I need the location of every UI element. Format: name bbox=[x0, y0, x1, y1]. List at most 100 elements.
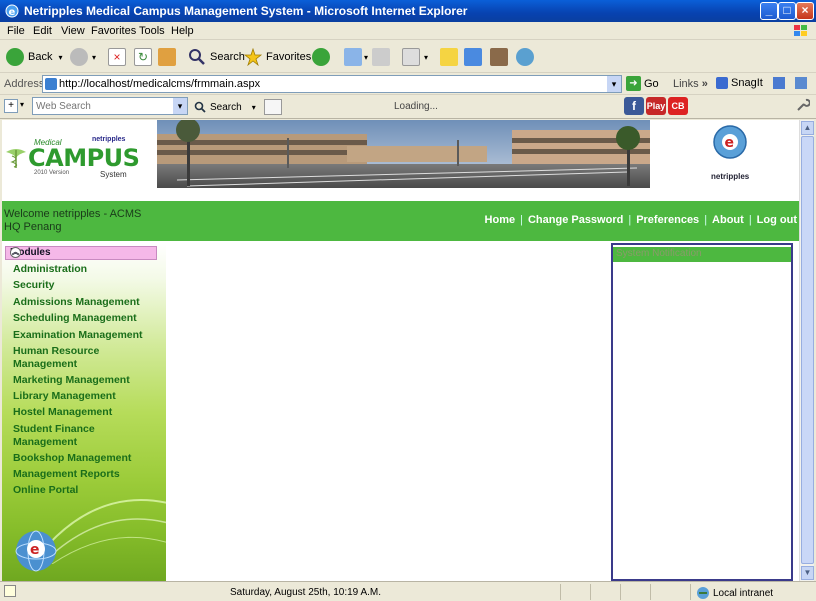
back-button[interactable]: Back ▾ bbox=[6, 46, 62, 68]
back-dropdown-icon[interactable]: ▾ bbox=[58, 53, 62, 62]
collapse-icon[interactable]: ︽ bbox=[10, 247, 21, 258]
print-button[interactable] bbox=[372, 46, 390, 68]
window-title: Netripples Medical Campus Management Sys… bbox=[24, 4, 468, 18]
address-bar: Address http://localhost/medicalcms/frmm… bbox=[0, 73, 816, 95]
module-marketing-management[interactable]: Marketing Management bbox=[13, 374, 130, 387]
notification-header: System Notification bbox=[613, 247, 791, 262]
stop-button[interactable]: × bbox=[108, 46, 126, 68]
print-icon bbox=[372, 48, 390, 66]
nav-logout[interactable]: Log out bbox=[757, 214, 797, 226]
web-search-dropdown-icon[interactable]: ▾ bbox=[173, 98, 187, 114]
address-input[interactable]: http://localhost/medicalcms/frmmain.aspx… bbox=[42, 75, 622, 93]
users-icon bbox=[516, 48, 534, 66]
menu-view[interactable]: View bbox=[61, 25, 85, 37]
forward-dropdown-icon[interactable]: ▾ bbox=[92, 53, 96, 62]
module-human-resource-management[interactable]: Human Resource Management bbox=[13, 345, 99, 371]
refresh-icon: ↻ bbox=[134, 48, 152, 66]
toolbar-options-icon[interactable]: ▾ bbox=[20, 100, 24, 109]
home-button[interactable] bbox=[158, 46, 176, 68]
edit-dropdown-icon[interactable]: ▾ bbox=[424, 53, 428, 62]
toolbar-extra-icon[interactable] bbox=[263, 99, 282, 115]
cb-button[interactable]: CB bbox=[668, 97, 688, 115]
medical-campus-logo[interactable]: Medical netripples CAMPUS 2010 Version S… bbox=[4, 134, 140, 180]
web-search-field[interactable]: ▾ bbox=[32, 97, 188, 115]
scroll-down-icon[interactable]: ▼ bbox=[801, 566, 814, 580]
window-title-bar[interactable]: e Netripples Medical Campus Management S… bbox=[0, 0, 816, 22]
web-search-input[interactable] bbox=[33, 98, 171, 114]
module-management-reports[interactable]: Management Reports bbox=[13, 468, 120, 481]
play-button[interactable]: Play bbox=[646, 97, 666, 115]
site-header: Medical netripples CAMPUS 2010 Version S… bbox=[2, 120, 799, 200]
nav-home[interactable]: Home bbox=[485, 214, 516, 226]
research-icon bbox=[490, 48, 508, 66]
svg-text:e: e bbox=[725, 135, 735, 151]
address-dropdown-icon[interactable]: ▾ bbox=[607, 76, 621, 92]
status-datetime: Saturday, August 25th, 10:19 A.M. bbox=[230, 587, 382, 598]
discuss-button[interactable] bbox=[440, 46, 458, 68]
module-online-portal[interactable]: Online Portal bbox=[13, 484, 78, 497]
vertical-scrollbar[interactable]: ▲ ▼ bbox=[799, 120, 814, 581]
search-button[interactable]: Search bbox=[188, 46, 245, 68]
back-arrow-icon bbox=[6, 48, 24, 66]
favorites-button[interactable]: Favorites bbox=[244, 46, 311, 68]
toolbar-plus-button[interactable]: + bbox=[4, 99, 18, 113]
menu-favorites[interactable]: Favorites bbox=[91, 25, 136, 37]
go-button[interactable]: ➜ Go bbox=[626, 76, 659, 91]
stop-icon: × bbox=[108, 48, 126, 66]
nav-preferences[interactable]: Preferences bbox=[636, 214, 699, 226]
module-security[interactable]: Security bbox=[13, 279, 54, 292]
nav-about[interactable]: About bbox=[712, 214, 744, 226]
menu-edit[interactable]: Edit bbox=[33, 25, 52, 37]
forward-button[interactable]: ▾ bbox=[70, 46, 96, 68]
edit-button[interactable]: ▾ bbox=[402, 46, 428, 68]
messenger-icon bbox=[464, 48, 482, 66]
system-notification-panel: System Notification bbox=[611, 243, 793, 581]
address-url[interactable]: http://localhost/medicalcms/frmmain.aspx bbox=[59, 78, 260, 90]
facebook-icon[interactable]: f bbox=[624, 97, 644, 115]
snagit-capture-icon[interactable] bbox=[772, 77, 785, 89]
security-zone[interactable]: Local intranet bbox=[696, 586, 773, 600]
research-button[interactable] bbox=[490, 46, 508, 68]
local-intranet-icon bbox=[697, 587, 709, 599]
minimize-button[interactable]: _ bbox=[760, 2, 778, 20]
mail-dropdown-icon[interactable]: ▾ bbox=[364, 53, 368, 62]
top-nav-links: Home | Change Password | Preferences | A… bbox=[484, 214, 797, 226]
snagit-button[interactable]: SnagIt bbox=[716, 77, 807, 89]
module-examination-management[interactable]: Examination Management bbox=[13, 329, 143, 342]
wrench-icon[interactable] bbox=[796, 98, 810, 112]
module-hostel-management[interactable]: Hostel Management bbox=[13, 406, 112, 419]
ie-icon: e bbox=[5, 4, 19, 18]
close-button[interactable]: × bbox=[796, 2, 814, 20]
menu-file[interactable]: File bbox=[7, 25, 25, 37]
history-button[interactable] bbox=[312, 46, 330, 68]
messenger-button[interactable] bbox=[464, 46, 482, 68]
maximize-button[interactable]: □ bbox=[778, 2, 796, 20]
mail-button[interactable]: ▾ bbox=[344, 46, 368, 68]
module-admissions-management[interactable]: Admissions Management bbox=[13, 296, 140, 309]
module-library-management[interactable]: Library Management bbox=[13, 390, 116, 403]
links-button[interactable]: Links » bbox=[673, 78, 708, 90]
scroll-up-icon[interactable]: ▲ bbox=[801, 121, 814, 135]
forward-arrow-icon bbox=[70, 48, 88, 66]
star-icon bbox=[244, 48, 262, 66]
snagit-window-icon[interactable] bbox=[794, 77, 807, 89]
nav-change-password[interactable]: Change Password bbox=[528, 214, 623, 226]
modules-sidebar: Modules ︽ Administration Security Admiss… bbox=[2, 244, 166, 581]
scroll-thumb[interactable] bbox=[801, 136, 814, 564]
search-dropdown-icon[interactable]: ▾ bbox=[252, 103, 256, 112]
netripples-globe-logo[interactable]: e bbox=[710, 122, 750, 162]
module-administration[interactable]: Administration bbox=[13, 263, 87, 276]
snagit-icon bbox=[716, 77, 728, 89]
menu-tools[interactable]: Tools bbox=[139, 25, 165, 37]
users-button[interactable] bbox=[516, 46, 534, 68]
module-student-finance-management[interactable]: Student Finance Management bbox=[13, 423, 95, 449]
svg-text:e: e bbox=[9, 7, 16, 18]
module-bookshop-management[interactable]: Bookshop Management bbox=[13, 452, 131, 465]
refresh-button[interactable]: ↻ bbox=[134, 46, 152, 68]
menu-bar: File Edit View Favorites Tools Help bbox=[0, 22, 816, 40]
top-navigation-bar: Welcome netripples - ACMS HQ Penang Home… bbox=[2, 201, 799, 241]
menu-help[interactable]: Help bbox=[171, 25, 194, 37]
web-search-button[interactable]: Search ▾ bbox=[194, 99, 282, 115]
module-scheduling-management[interactable]: Scheduling Management bbox=[13, 312, 137, 325]
netripples-logo-text: netripples bbox=[711, 172, 750, 181]
